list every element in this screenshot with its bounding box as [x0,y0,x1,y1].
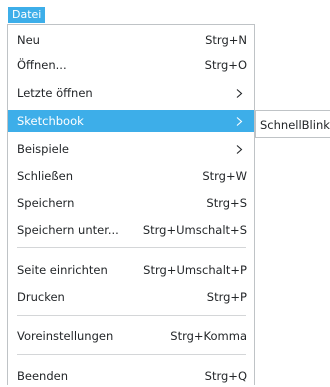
menu-item-preferences[interactable]: Voreinstellungen Strg+Komma [8,325,254,347]
menu-item-label: Sketchbook [17,114,84,128]
menu-item-label: Schließen [17,169,73,183]
menu-item-close[interactable]: Schließen Strg+W [8,165,254,187]
menu-item-shortcut: Strg+Komma [170,329,247,343]
menu-item-open-recent[interactable]: Letzte öffnen [8,82,254,104]
submenu-item-schnellblink[interactable]: SchnellBlink [260,114,330,136]
menu-item-label: Drucken [17,290,65,304]
menu-item-label: Speichern unter... [17,223,119,237]
sketchbook-submenu: SchnellBlink [255,110,330,138]
menu-item-shortcut: Strg+Umschalt+S [142,223,247,237]
menu-item-label: Neu [17,33,40,47]
menu-item-examples[interactable]: Beispiele [8,138,254,160]
menu-item-shortcut: Strg+Umschalt+P [143,263,247,277]
menu-separator [17,315,246,316]
menu-item-label: Voreinstellungen [17,329,114,343]
menu-item-open[interactable]: Öffnen... Strg+O [8,54,254,76]
menu-item-label: Letzte öffnen [17,86,93,100]
menubar: Datei [0,0,330,24]
menu-item-label: Seite einrichten [17,263,108,277]
chevron-right-icon [236,138,246,160]
menu-item-sketchbook[interactable]: Sketchbook [8,110,254,132]
menu-item-shortcut: Strg+S [206,196,247,210]
menu-item-shortcut: Strg+Q [204,369,247,383]
menu-item-quit[interactable]: Beenden Strg+Q [8,365,254,387]
menu-item-save[interactable]: Speichern Strg+S [8,192,254,214]
menu-item-new[interactable]: Neu Strg+N [8,29,254,51]
menu-item-label: Beenden [17,369,68,383]
menu-item-label: Beispiele [17,142,69,156]
menu-item-shortcut: Strg+P [206,290,247,304]
menubar-item-datei[interactable]: Datei [8,7,46,23]
menu-item-page-setup[interactable]: Seite einrichten Strg+Umschalt+P [8,259,254,281]
chevron-right-icon [236,82,246,104]
menu-item-shortcut: Strg+W [202,169,247,183]
menu-item-label: Öffnen... [17,58,67,72]
menu-item-save-as[interactable]: Speichern unter... Strg+Umschalt+S [8,219,254,241]
menu-item-label: Speichern [17,196,75,210]
chevron-right-icon [236,110,246,132]
menu-item-print[interactable]: Drucken Strg+P [8,286,254,308]
menu-separator [17,247,246,248]
menu-separator [17,354,246,355]
menu-item-shortcut: Strg+O [204,58,247,72]
file-menu: Neu Strg+N Öffnen... Strg+O Letzte öffne… [7,24,255,385]
menu-item-shortcut: Strg+N [205,33,247,47]
